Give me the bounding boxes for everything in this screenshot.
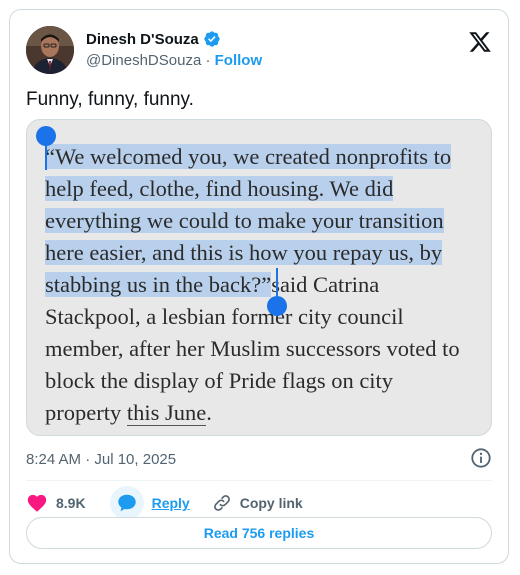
author-name[interactable]: Dinesh D'Souza [86,31,199,48]
highlighted-text[interactable]: stabbing us in the back?” [45,272,272,297]
x-logo-icon[interactable] [468,30,492,54]
heart-icon [27,494,47,512]
tweet-card: Dinesh D'Souza @DineshDSouza · Follow Fu… [9,9,509,564]
divider [26,480,492,481]
article-text: . [206,400,212,425]
article-line: stabbing us in the back?”said Catrina [45,269,485,301]
author-name-row[interactable]: Dinesh D'Souza [86,30,221,48]
article-text: property [45,400,127,425]
copy-link-label: Copy link [239,495,303,511]
like-count: 8.9K [56,495,86,511]
article-text: block the display of Pride flags on city [45,368,394,393]
author-handle[interactable]: @DineshDSouza [86,52,201,69]
selection-end-handle-icon[interactable] [267,296,287,316]
selection-start-caret [45,142,47,170]
tweet-timestamp[interactable]: 8:24 AM · Jul 10, 2025 [26,451,176,468]
avatar-portrait-icon [26,26,74,74]
verified-badge-icon [204,31,220,47]
action-bar: 8.9K Reply Copy link [26,486,303,520]
info-icon[interactable] [470,447,492,469]
reply-label[interactable]: Reply [152,495,190,511]
highlighted-text[interactable]: “We welcomed you, we created nonprofits … [45,144,452,169]
highlighted-text[interactable]: here easier, and this is how you repay u… [45,240,443,265]
reply-button[interactable]: Reply [109,486,190,520]
article-line: help feed, clothe, find housing. We did [45,173,485,205]
article-line: “We welcomed you, we created nonprofits … [45,141,485,173]
quoted-article-text: “We welcomed you, we created nonprofits … [45,141,485,429]
article-text: member, after her Muslim successors vote… [45,336,460,361]
copy-link-button[interactable]: Copy link [212,493,303,513]
follow-button[interactable]: Follow [215,52,263,69]
article-line: property this June. [45,397,485,429]
article-line: here easier, and this is how you repay u… [45,237,485,269]
tweet-text: Funny, funny, funny. [26,89,194,110]
article-link[interactable]: this June [126,400,207,426]
reply-icon-wrapper [109,486,144,520]
speech-bubble-icon [117,494,136,512]
read-replies-button[interactable]: Read 756 replies [26,517,492,549]
like-button[interactable]: 8.9K [26,492,86,514]
avatar[interactable] [26,26,74,74]
selection-end-caret [276,268,278,298]
article-line: member, after her Muslim successors vote… [45,333,485,365]
highlighted-text[interactable]: help feed, clothe, find housing. We did [45,176,394,201]
link-icon [213,495,230,511]
article-line: Stackpool, a lesbian former city council [45,301,485,333]
article-text: said Catrina [271,272,380,297]
article-line: block the display of Pride flags on city [45,365,485,397]
handle-separator: · [205,52,211,69]
media-image[interactable]: “We welcomed you, we created nonprofits … [26,119,492,436]
highlighted-text[interactable]: everything we could to make your transit… [45,208,444,233]
article-line: everything we could to make your transit… [45,205,485,237]
article-text: Stackpool, a lesbian former city council [45,304,404,329]
author-handle-row: @DineshDSouza · Follow [86,52,262,69]
